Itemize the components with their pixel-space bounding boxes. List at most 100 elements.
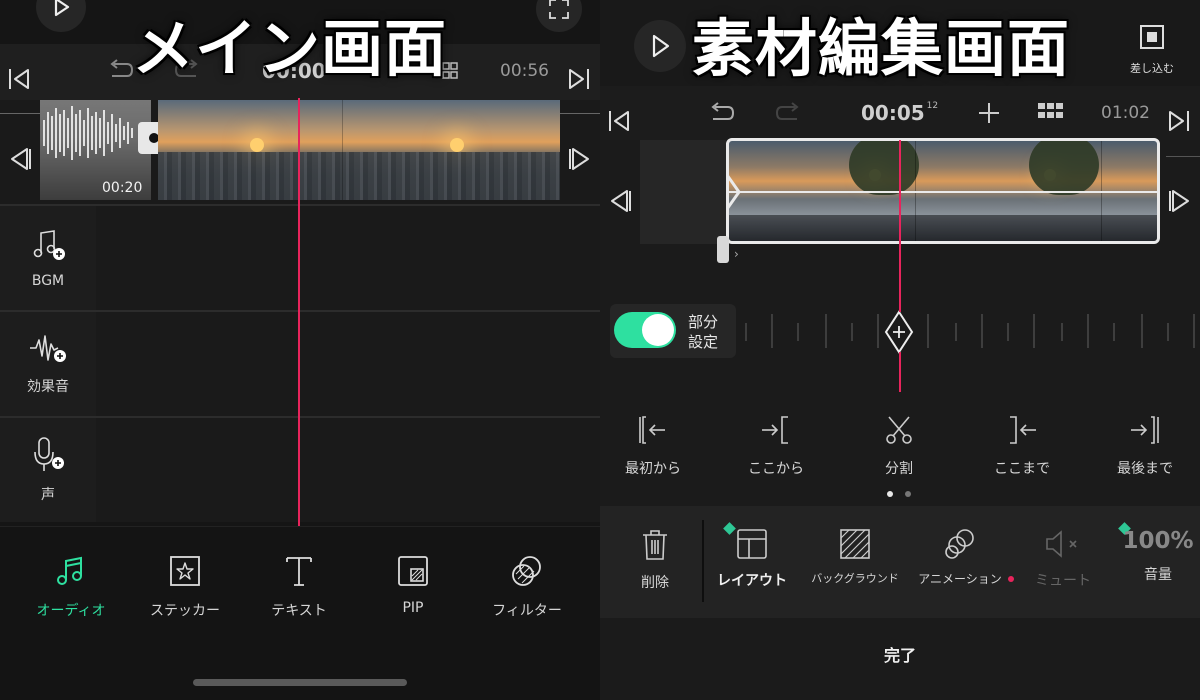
- play-icon: [652, 34, 670, 58]
- sfx-lane[interactable]: [96, 312, 600, 416]
- tool-layout[interactable]: レイアウト: [697, 528, 807, 590]
- tool-text[interactable]: テキスト: [244, 554, 354, 620]
- prev-frame-button[interactable]: [606, 186, 634, 216]
- play-button[interactable]: [634, 20, 686, 72]
- partial-setting-toggle[interactable]: 部分 設定: [610, 304, 736, 358]
- action-trim-to-end-label: 最後まで: [1117, 461, 1173, 477]
- bgm-add-button[interactable]: BGM: [0, 206, 96, 310]
- tool-volume[interactable]: 100% 音量: [1110, 528, 1200, 584]
- next-frame-icon: [569, 148, 589, 170]
- sound-effect-add-icon: [30, 335, 66, 362]
- jump-end-icon: [1169, 111, 1189, 131]
- keyframe-ruler[interactable]: [740, 308, 1200, 354]
- tool-background-label: バックグラウンド: [811, 572, 899, 585]
- waveform-icon: [43, 106, 133, 160]
- filter-icon: [512, 556, 541, 586]
- video-clip[interactable]: [158, 100, 560, 200]
- undo-icon: [110, 59, 134, 77]
- action-split[interactable]: 分割: [844, 414, 954, 478]
- grid-icon: [1038, 103, 1063, 118]
- tool-sticker[interactable]: ステッカー: [130, 554, 240, 620]
- tool-delete-label: 削除: [641, 575, 669, 591]
- partial-setting-label-line2: 設定: [688, 333, 719, 351]
- selected-video-clip[interactable]: [726, 138, 1160, 244]
- play-icon: [54, 0, 70, 17]
- sun: [450, 138, 464, 152]
- tool-animation-label: アニメーション: [918, 572, 1002, 586]
- next-frame-button[interactable]: [566, 144, 594, 174]
- action-trim-from-start[interactable]: 最初から: [600, 414, 708, 478]
- track-end-line: [1166, 156, 1200, 157]
- main-screen-banner: メイン画面: [132, 12, 448, 85]
- jump-end-button[interactable]: [1166, 106, 1192, 136]
- prev-frame-icon: [611, 190, 631, 212]
- tool-audio-label: オーディオ: [36, 603, 106, 619]
- trim-to-here-icon: [1010, 416, 1036, 444]
- replace-button[interactable]: 差し込む: [1120, 24, 1184, 76]
- action-trim-to-here[interactable]: ここまで: [967, 414, 1077, 478]
- voice-add-button[interactable]: 声: [0, 418, 96, 522]
- edit-screen-banner: 素材編集画面: [692, 12, 1071, 85]
- text-icon: [286, 557, 312, 586]
- page-dot-active[interactable]: [887, 491, 893, 497]
- partial-setting-label: 部分 設定: [688, 312, 718, 352]
- city-strip: [158, 152, 560, 200]
- action-trim-to-end[interactable]: 最後まで: [1090, 414, 1200, 478]
- next-frame-icon: [1169, 190, 1189, 212]
- trim-handle[interactable]: [717, 236, 729, 263]
- pip-icon: [398, 556, 428, 586]
- mute-icon: [1046, 530, 1077, 558]
- tool-pip[interactable]: PIP: [358, 554, 468, 616]
- jump-end-button[interactable]: [566, 64, 592, 94]
- grid-view-button[interactable]: [1036, 101, 1066, 125]
- playhead[interactable]: [899, 140, 901, 312]
- clip-duration: 00:20: [102, 180, 143, 196]
- voice-lane[interactable]: [96, 418, 600, 522]
- replace-label: 差し込む: [1130, 62, 1174, 75]
- redo-button[interactable]: [774, 100, 804, 126]
- add-button[interactable]: [975, 100, 1003, 126]
- action-trim-from-here[interactable]: ここから: [721, 414, 831, 478]
- tool-animation[interactable]: アニメーション: [905, 528, 1015, 587]
- done-button[interactable]: 完了: [850, 642, 950, 666]
- jump-start-icon: [609, 111, 629, 131]
- tool-mute-label: ミュート: [1035, 573, 1091, 589]
- tool-filter[interactable]: フィルター: [472, 554, 582, 620]
- undo-button[interactable]: [706, 100, 736, 126]
- next-frame-button[interactable]: [1166, 186, 1194, 216]
- add-keyframe-icon[interactable]: [884, 310, 914, 354]
- total-time: 01:02: [1101, 103, 1150, 123]
- volume-line[interactable]: [729, 191, 1157, 193]
- jump-start-button[interactable]: [6, 64, 32, 94]
- tool-background[interactable]: バックグラウンド: [800, 528, 910, 586]
- audio-clip[interactable]: 00:20: [40, 100, 151, 200]
- page-dot[interactable]: [905, 491, 911, 497]
- sfx-track: 効果音: [0, 310, 600, 416]
- redo-icon: [775, 102, 799, 120]
- music-add-icon: [33, 230, 65, 260]
- playhead-lower: [899, 352, 901, 392]
- sfx-label: 効果音: [27, 379, 69, 395]
- tool-delete[interactable]: 削除: [600, 528, 710, 592]
- bgm-lane[interactable]: [96, 206, 600, 310]
- tool-layout-label: レイアウト: [717, 573, 787, 589]
- background-icon: [840, 529, 870, 559]
- tool-text-label: テキスト: [271, 603, 327, 619]
- current-time-value: 00:05: [861, 101, 925, 125]
- layout-icon: [737, 529, 767, 559]
- plus-icon: [979, 103, 999, 123]
- frame-divider: [342, 100, 343, 200]
- edit-screen: 素材編集画面 差し込む 00:05 12 01:02 › 部分 設定 最初から …: [600, 0, 1200, 700]
- music-note-icon: [57, 556, 82, 585]
- undo-button[interactable]: [105, 57, 135, 83]
- action-split-label: 分割: [885, 461, 913, 477]
- prev-frame-button[interactable]: [6, 144, 34, 174]
- playhead[interactable]: [298, 98, 300, 526]
- sfx-add-button[interactable]: 効果音: [0, 312, 96, 416]
- jump-start-icon: [9, 69, 29, 89]
- total-time: 00:56: [500, 61, 549, 81]
- tool-audio[interactable]: オーディオ: [16, 554, 126, 620]
- action-trim-from-here-label: ここから: [748, 461, 804, 477]
- jump-start-button[interactable]: [606, 106, 632, 136]
- tool-mute[interactable]: ミュート: [1008, 528, 1118, 590]
